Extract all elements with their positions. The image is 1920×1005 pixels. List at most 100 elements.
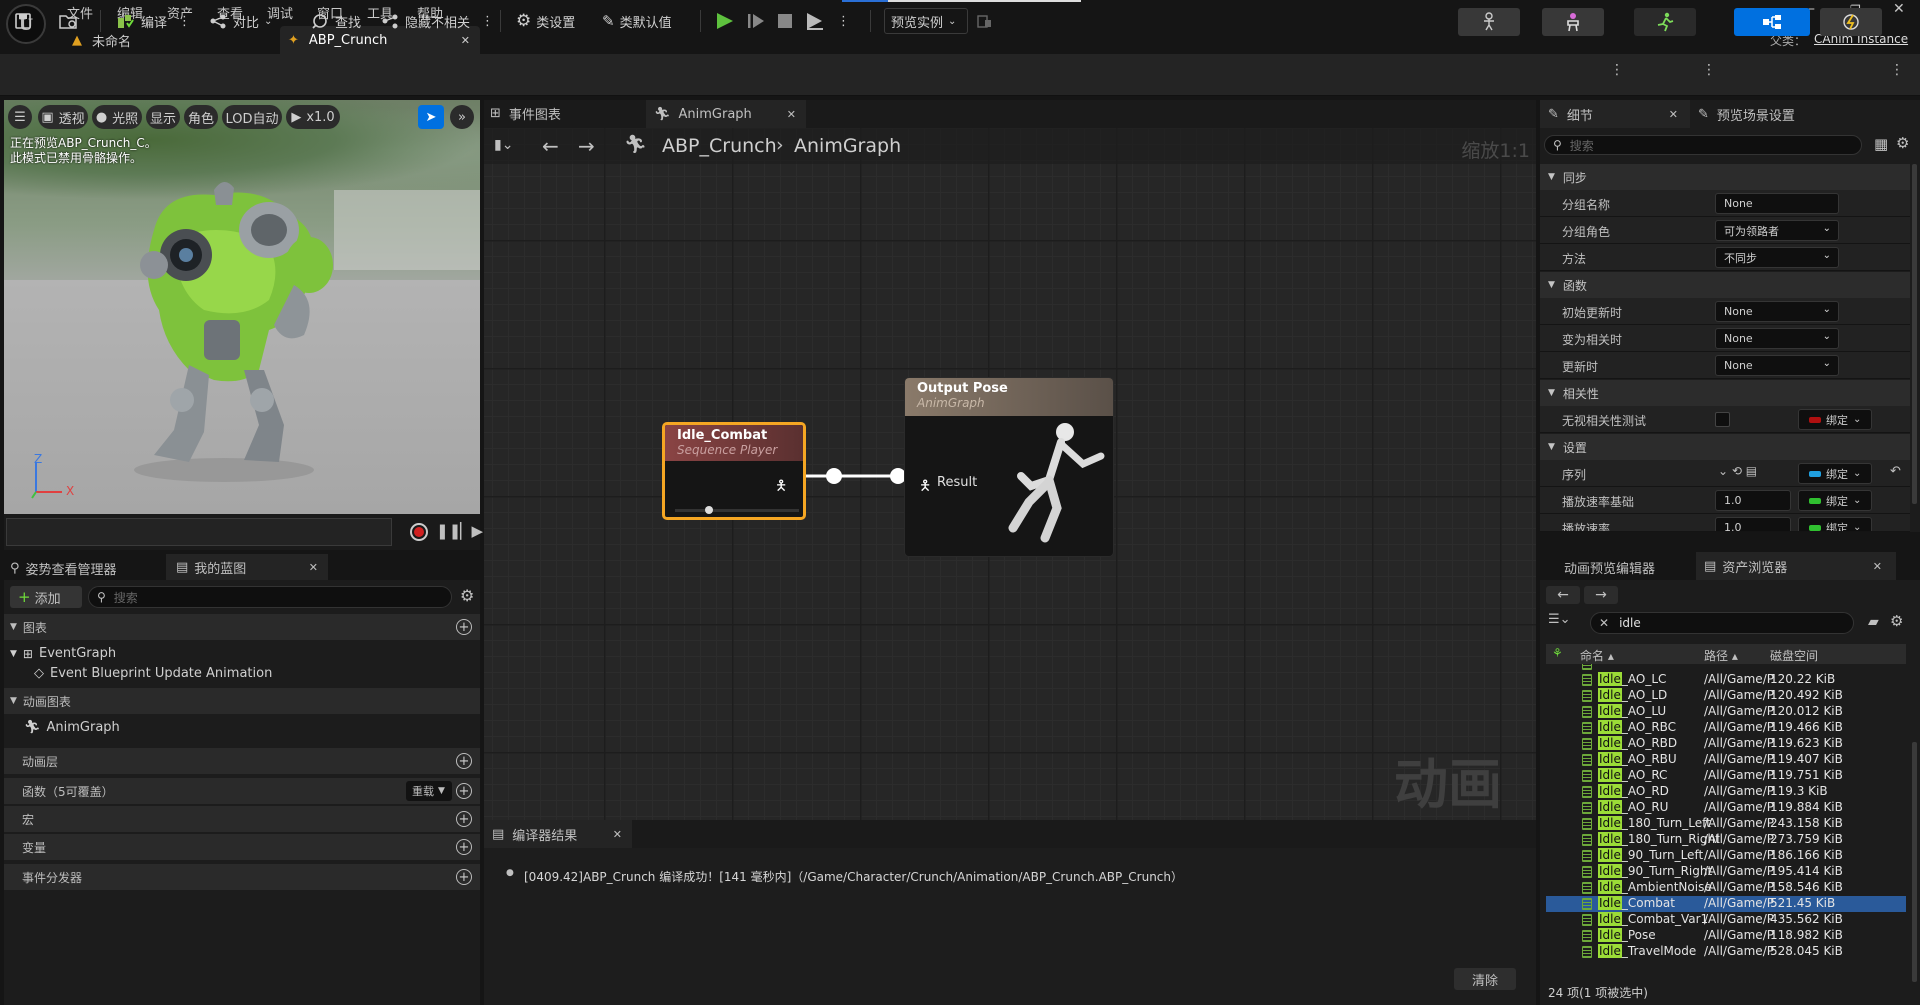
add-dispatcher-icon[interactable]: +: [456, 869, 472, 885]
add-variable-icon[interactable]: +: [456, 839, 472, 855]
asset-scrollbar[interactable]: [1912, 742, 1917, 982]
list-item[interactable]: Idle_AO_LD/All/Game/P 120.492 KiB: [1546, 688, 1906, 704]
section-macros[interactable]: 宏 +: [4, 806, 480, 832]
category-sync[interactable]: ▼ 同步: [1540, 164, 1910, 190]
more-options-icon[interactable]: ⋮: [481, 14, 494, 29]
source-control-icon[interactable]: ⚘: [1552, 646, 1563, 660]
tree-item-eventgraph[interactable]: ▼ ⊞ EventGraph: [10, 646, 116, 661]
list-item[interactable]: Idle_AO_RD/All/Game/P 119.3 KiB: [1546, 784, 1906, 800]
tree-item-event-update[interactable]: ◇ Event Blueprint Update Animation: [34, 666, 272, 681]
add-button[interactable]: + 添加: [10, 586, 82, 608]
bind-button[interactable]: 绑定 ⌄: [1798, 490, 1872, 511]
tab-pose-watch[interactable]: ⚲ 姿势查看管理器: [10, 559, 117, 578]
list-item[interactable]: Idle_TravelMode/All/Game/P 528.045 KiB: [1546, 944, 1906, 960]
stop-button[interactable]: [776, 8, 794, 34]
section-anim-layers[interactable]: 动画层 +: [4, 748, 480, 774]
diff-button[interactable]: 对比 ⌄: [208, 8, 272, 34]
close-tab-icon[interactable]: ✕: [1873, 560, 1882, 573]
blueprint-mode-button[interactable]: [1734, 8, 1810, 36]
blueprint-search-input[interactable]: ⚲ 搜索: [88, 586, 452, 608]
ignore-relevance-checkbox[interactable]: [1715, 412, 1730, 427]
close-tab-icon[interactable]: ✕: [787, 108, 796, 121]
lod-button[interactable]: LOD自动: [222, 105, 282, 129]
tree-item-animgraph[interactable]: 🏃︎ AnimGraph: [24, 720, 120, 735]
list-item[interactable]: Idle_90_Turn_Left/All/Game/P 186.166 KiB: [1546, 848, 1906, 864]
sequence-asset-picker[interactable]: ⌄ ⟲ ▤: [1718, 464, 1757, 478]
add-function-icon[interactable]: +: [456, 783, 472, 799]
category-settings[interactable]: ▼ 设置: [1540, 434, 1910, 460]
save-button[interactable]: [14, 8, 32, 34]
play-rate-input[interactable]: 1.0: [1715, 517, 1791, 531]
filter-icon[interactable]: ☰⌄: [1548, 612, 1571, 627]
step-forward-icon[interactable]: ▏▶: [460, 522, 483, 540]
settings-gear-icon[interactable]: ⚙: [1890, 612, 1903, 630]
close-tab-icon[interactable]: ✕: [309, 561, 318, 574]
list-item[interactable]: Idle_180_Turn_Left/All/Game/P 243.158 KiB: [1546, 816, 1906, 832]
close-window-icon[interactable]: ✕: [1893, 1, 1905, 17]
viewport-menu-button[interactable]: ☰: [8, 105, 32, 129]
section-anim-graphs[interactable]: ▼ 动画图表: [4, 688, 480, 714]
section-variables[interactable]: 变量 +: [4, 834, 480, 860]
add-graph-icon[interactable]: +: [456, 619, 472, 635]
section-dispatchers[interactable]: 事件分发器 +: [4, 864, 480, 890]
list-item[interactable]: Idle_Combat/All/Game/P 521.45 KiB: [1546, 896, 1906, 912]
forward-arrow-icon[interactable]: →: [1584, 586, 1618, 604]
tab-asset-browser[interactable]: ▤ 资产浏览器 ✕: [1696, 552, 1896, 580]
perspective-button[interactable]: ▣ 透视: [38, 105, 88, 129]
list-item[interactable]: Idle_AO_RBU/All/Game/P 119.407 KiB: [1546, 752, 1906, 768]
category-relevance[interactable]: ▼ 相关性: [1540, 380, 1910, 406]
node-idle-combat[interactable]: Idle_Combat Sequence Player 🯅︎: [662, 422, 806, 520]
step-button[interactable]: [746, 8, 766, 34]
list-item[interactable]: Idle_AO_RBD/All/Game/P 119.623 KiB: [1546, 736, 1906, 752]
bind-button[interactable]: 绑定 ⌄: [1798, 517, 1872, 531]
tab-my-blueprint[interactable]: ▤ 我的蓝图 ✕: [166, 554, 328, 580]
settings-gear-icon[interactable]: ⚙: [1896, 134, 1909, 152]
on-initial-update-dropdown[interactable]: None ⌄: [1715, 301, 1839, 322]
more-viewport-button[interactable]: »: [450, 105, 474, 129]
add-macro-icon[interactable]: +: [456, 811, 472, 827]
group-role-dropdown[interactable]: 可为领路者 ⌄: [1715, 220, 1839, 241]
folder-icon[interactable]: ▰: [1868, 614, 1879, 630]
class-settings-button[interactable]: ⚙ 类设置: [516, 8, 575, 34]
viewport[interactable]: ☰ ▣ 透视 ● 光照 显示 角色 LOD自动 ▶ x1.0 ➤ » 正在预览ABP_…: [4, 100, 480, 514]
on-become-relevant-dropdown[interactable]: None ⌄: [1715, 328, 1839, 349]
class-defaults-button[interactable]: ✎ 类默认值: [602, 8, 672, 34]
physics-mode-button[interactable]: [1820, 8, 1882, 36]
skeleton-mode-button[interactable]: [1458, 8, 1520, 36]
clear-search-icon[interactable]: ✕: [1599, 616, 1609, 630]
mode-options-icon[interactable]: ⋮: [1610, 62, 1624, 78]
browse-button[interactable]: [58, 8, 78, 34]
method-dropdown[interactable]: 不同步 ⌄: [1715, 247, 1839, 268]
section-functions[interactable]: 函数（5可覆盖） 重载 ▼ +: [4, 778, 480, 804]
col-name[interactable]: 命名 ▴: [1580, 647, 1614, 664]
character-button[interactable]: 角色: [184, 105, 218, 129]
list-item[interactable]: Idle_Pose/All/Game/P 118.982 KiB: [1546, 928, 1906, 944]
tab-animgraph[interactable]: 🏃︎ AnimGraph ✕: [646, 100, 806, 128]
play-button[interactable]: [714, 8, 736, 34]
list-item[interactable]: Idle_Combat_Var1/All/Game/P 435.562 KiB: [1546, 912, 1906, 928]
category-functions[interactable]: ▼ 函数: [1540, 272, 1910, 298]
group-name-input[interactable]: None: [1715, 193, 1839, 214]
back-arrow-icon[interactable]: ←: [1546, 586, 1580, 604]
clear-button[interactable]: 清除: [1454, 968, 1516, 990]
override-dropdown[interactable]: 重载 ▼: [406, 781, 452, 801]
add-anim-layer-icon[interactable]: +: [456, 753, 472, 769]
on-update-dropdown[interactable]: None ⌄: [1715, 355, 1839, 376]
show-button[interactable]: 显示: [146, 105, 180, 129]
hide-unrelated-button[interactable]: 隐藏不相关 ⋮: [380, 8, 494, 34]
list-item[interactable]: Idle_AO_LU/All/Game/P 120.012 KiB: [1546, 704, 1906, 720]
details-scrollbar[interactable]: [1912, 164, 1917, 504]
section-graphs[interactable]: ▼ 图表 +: [4, 614, 480, 640]
list-item[interactable]: Idle_AO_RU/All/Game/P 119.884 KiB: [1546, 800, 1906, 816]
reset-arrow-icon[interactable]: ↶: [1890, 464, 1901, 479]
mesh-mode-button[interactable]: [1542, 8, 1604, 36]
col-size[interactable]: 磁盘空间: [1770, 647, 1818, 664]
tab-details[interactable]: ✎ 细节 ✕: [1540, 100, 1690, 128]
select-mode-button[interactable]: ➤: [418, 105, 444, 129]
debug-filter-button[interactable]: [976, 8, 994, 34]
play-rate-basis-input[interactable]: 1.0: [1715, 490, 1791, 511]
simulate-button[interactable]: ⋮: [804, 8, 850, 34]
tab-event-graph[interactable]: ⊞ 事件图表: [490, 104, 561, 123]
preview-instance-dropdown[interactable]: 预览实例 ⌄: [884, 8, 968, 34]
list-item[interactable]: Idle_180_Turn_Right/All/Game/P 273.759 Ki…: [1546, 832, 1906, 848]
